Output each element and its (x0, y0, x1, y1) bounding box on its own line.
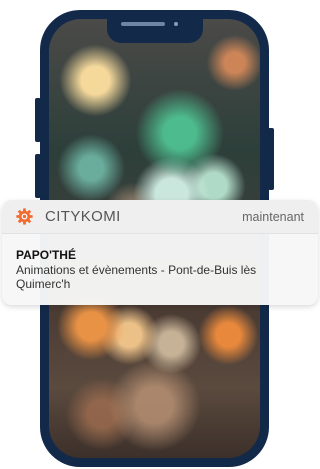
notification-header: CITYKOMI maintenant (2, 200, 318, 234)
citykomi-gear-logo-icon (16, 208, 33, 225)
volume-up-button (35, 98, 41, 142)
push-notification[interactable]: CITYKOMI maintenant PAPO'THÉ Animations … (2, 200, 318, 305)
notification-time: maintenant (242, 209, 304, 224)
front-camera (174, 22, 178, 26)
speaker-grille (121, 22, 165, 26)
notification-title: PAPO'THÉ (16, 248, 76, 262)
notification-body: PAPO'THÉ Animations et évènements - Pont… (2, 234, 318, 291)
volume-down-button (35, 154, 41, 198)
notification-message: Animations et évènements - Pont-de-Buis … (16, 263, 257, 291)
stage: CITYKOMI maintenant PAPO'THÉ Animations … (0, 0, 318, 469)
power-button (268, 128, 274, 190)
app-name: CITYKOMI (45, 208, 121, 225)
